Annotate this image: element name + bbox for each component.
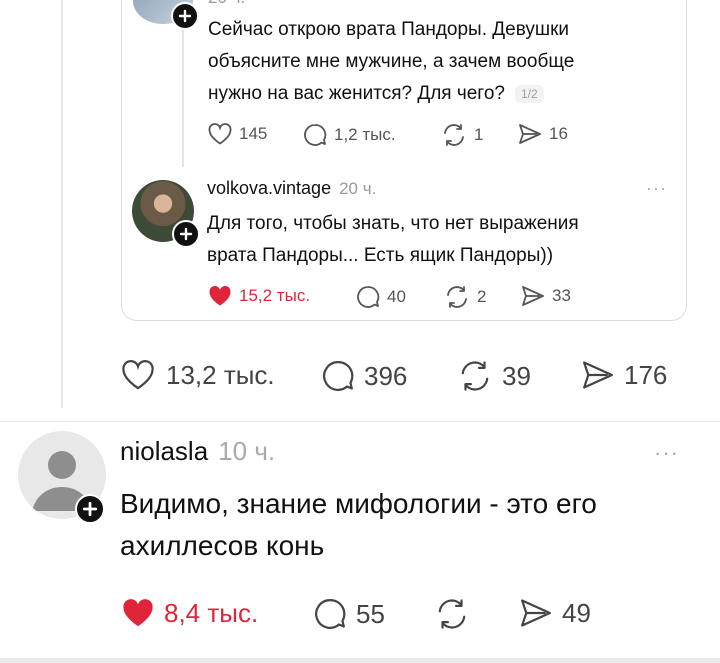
heart-outline-icon <box>120 358 156 392</box>
follow-plus-icon[interactable] <box>172 220 200 248</box>
share-count: 33 <box>552 286 571 305</box>
bottom-divider <box>0 658 720 663</box>
repost-icon <box>433 596 471 632</box>
comment-bubble-icon <box>355 284 381 310</box>
heart-filled-icon <box>207 284 233 308</box>
share-arrow-icon <box>520 284 546 308</box>
repost-button[interactable]: 1 <box>440 122 483 148</box>
heart-filled-icon <box>120 596 156 630</box>
reply-time: 20 ч. <box>339 179 377 198</box>
share-button[interactable]: 16 <box>517 122 568 146</box>
comment-bubble-icon <box>320 358 356 394</box>
quoted-post-text-line-2: объясните мне мужчине, а зачем вообще <box>208 51 575 72</box>
share-count: 16 <box>549 124 568 143</box>
reply-header: volkova.vintage 20 ч. <box>207 178 376 199</box>
share-button[interactable]: 176 <box>580 358 667 392</box>
repost-icon <box>443 284 471 310</box>
share-arrow-icon <box>518 596 554 630</box>
more-options-icon[interactable]: ··· <box>646 178 667 199</box>
repost-icon <box>456 358 494 394</box>
comment-count: 55 <box>356 598 385 629</box>
share-button[interactable]: 49 <box>518 596 591 630</box>
like-count: 15,2 тыс. <box>239 286 311 305</box>
like-button[interactable]: 13,2 тыс. <box>120 358 275 392</box>
like-button[interactable]: 8,4 тыс. <box>120 596 258 630</box>
share-button[interactable]: 33 <box>520 284 571 308</box>
comment-bubble-icon <box>312 596 348 632</box>
comment-time: 10 ч. <box>218 436 276 466</box>
repost-count: 1 <box>474 125 484 144</box>
comment-text-line-2: ахиллесов конь <box>120 530 325 561</box>
reply-text-line-2: врата Пандоры... Есть ящик Пандоры)) <box>207 245 554 266</box>
more-options-icon[interactable]: ··· <box>654 440 679 466</box>
share-arrow-icon <box>580 358 616 392</box>
comment-button[interactable]: 396 <box>320 358 407 394</box>
comment-header: niolasla 10 ч. <box>120 436 275 467</box>
comment-button[interactable]: 1,2 тыс. <box>302 122 396 148</box>
thread-line-inner <box>182 27 184 167</box>
like-button[interactable]: 15,2 тыс. <box>207 284 310 308</box>
comment-text-line-1: Видимо, знание мифологии - это его <box>120 488 597 519</box>
quoted-post-text-line-1: Сейчас открою врата Пандоры. Девушки <box>208 19 570 40</box>
repost-count: 39 <box>502 360 531 391</box>
like-count: 145 <box>239 124 268 143</box>
reply-text-line-1: Для того, чтобы знать, что нет выражения <box>207 213 579 234</box>
like-button[interactable]: 145 <box>207 122 267 146</box>
comment-bubble-icon <box>302 122 328 148</box>
heart-outline-icon <box>207 122 233 146</box>
share-arrow-icon <box>517 122 543 146</box>
follow-plus-icon[interactable] <box>75 494 105 524</box>
divider <box>0 421 720 422</box>
like-count: 13,2 тыс. <box>166 359 275 390</box>
comment-button[interactable]: 55 <box>312 596 385 632</box>
comment-count: 396 <box>364 360 408 391</box>
repost-button[interactable] <box>433 596 471 632</box>
comment-button[interactable]: 40 <box>355 284 406 310</box>
quoted-post-text-line-3: нужно на вас женится? Для чего? <box>208 83 505 104</box>
page-counter: 1/2 <box>514 85 544 103</box>
repost-button[interactable]: 39 <box>456 358 531 394</box>
share-count: 49 <box>562 597 591 628</box>
repost-icon <box>440 122 468 148</box>
comment-username[interactable]: niolasla <box>120 436 208 467</box>
repost-button[interactable]: 2 <box>443 284 486 310</box>
quoted-post-time: 20 ч. <box>208 0 245 8</box>
like-count: 8,4 тыс. <box>164 597 259 628</box>
thread-line-outer <box>61 0 63 408</box>
follow-plus-icon[interactable] <box>171 2 199 30</box>
share-count: 176 <box>624 359 668 390</box>
reply-username[interactable]: volkova.vintage <box>207 178 331 199</box>
comment-count: 40 <box>387 287 406 306</box>
quoted-post-text-line-3-row: нужно на вас женится? Для чего? 1/2 <box>208 78 544 110</box>
comment-count: 1,2 тыс. <box>334 125 396 144</box>
repost-count: 2 <box>477 287 487 306</box>
